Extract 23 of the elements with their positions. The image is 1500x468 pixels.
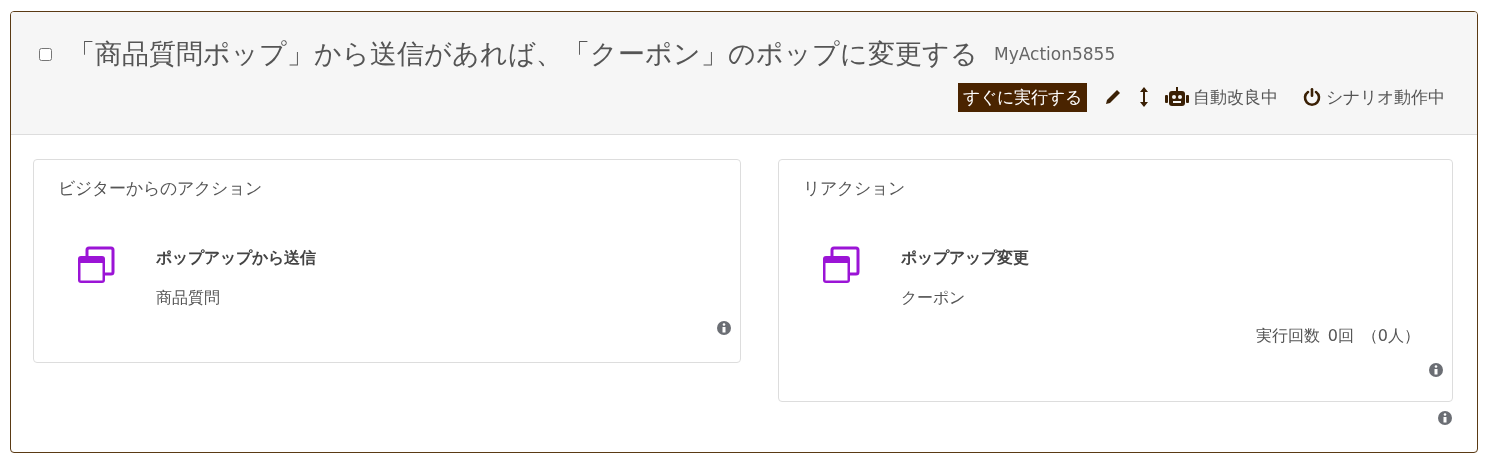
action-value: クーポン xyxy=(900,286,966,309)
scenario-status: シナリオ動作中 xyxy=(1326,85,1445,109)
panel-heading: ビジターからのアクション xyxy=(58,177,263,200)
scenario-id: MyAction5855 xyxy=(994,42,1116,66)
auto-improve-status: 自動改良中 xyxy=(1193,85,1278,109)
info-icon[interactable] xyxy=(1428,361,1444,378)
info-icon[interactable] xyxy=(1437,410,1453,426)
action-name: ポップアップから送信 xyxy=(156,246,316,269)
checkbox[interactable] xyxy=(39,47,52,61)
popup-window-icon xyxy=(76,245,116,286)
run-now-button[interactable]: すぐに実行する xyxy=(958,82,1087,112)
stats-label: 実行回数 xyxy=(1255,324,1320,347)
run-count: 0回 xyxy=(1327,324,1354,347)
info-icon[interactable] xyxy=(715,319,732,336)
panel-heading: リアクション xyxy=(802,177,906,200)
action-value: 商品質問 xyxy=(156,286,221,309)
action-name: ポップアップ変更 xyxy=(900,246,1029,269)
robot-icon xyxy=(1165,87,1189,108)
reorder-icon[interactable] xyxy=(1139,86,1149,109)
scenario-title: 「商品質問ポップ」から送信があれば、「クーポン」のポップに変更する xyxy=(68,37,978,71)
power-icon xyxy=(1302,87,1322,108)
popup-window-icon xyxy=(820,245,861,286)
people-count: （0人） xyxy=(1361,324,1420,347)
